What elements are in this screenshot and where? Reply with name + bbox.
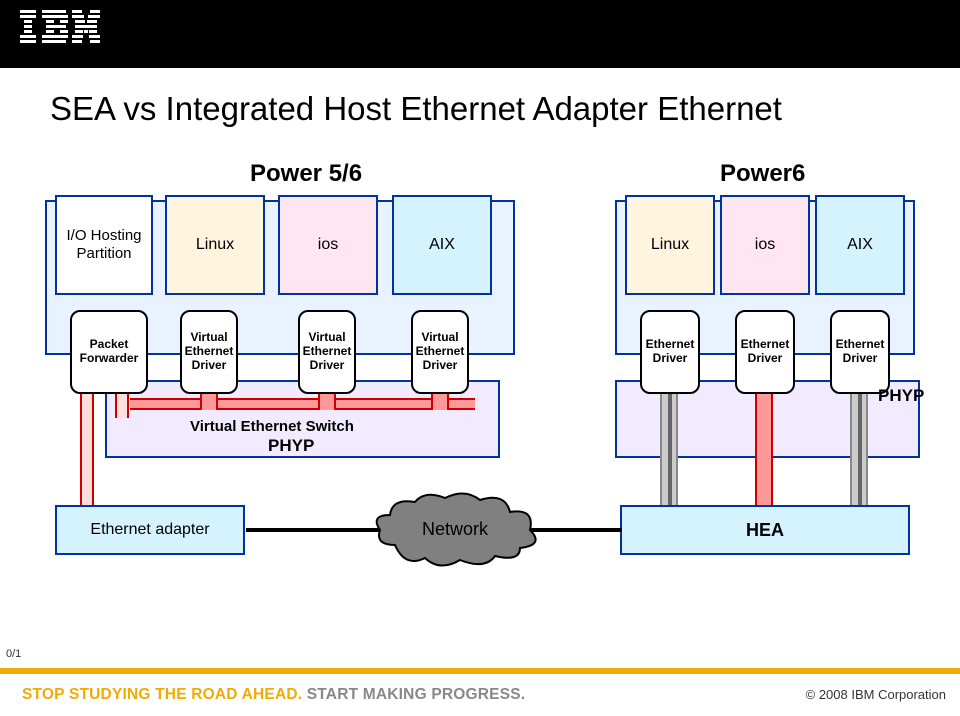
- partition-linux-left: Linux: [165, 195, 265, 295]
- packet-forwarder-to-bus: [115, 392, 129, 418]
- ethernet-adapter-box: Ethernet adapter: [55, 505, 245, 555]
- partition-linux-right: Linux: [625, 195, 715, 295]
- packet-forwarder-downlink: [80, 392, 94, 512]
- ethernet-driver-1: Ethernet Driver: [640, 310, 700, 394]
- virtual-ethernet-driver-3: Virtual Ethernet Driver: [411, 310, 469, 394]
- ethernet-driver-3: Ethernet Driver: [830, 310, 890, 394]
- partition-aix-right: AIX: [815, 195, 905, 295]
- ibm-logo: [20, 10, 100, 44]
- label-power56: Power 5/6: [250, 160, 362, 188]
- phyp-left-label: PHYP: [268, 436, 314, 456]
- virtual-ethernet-switch-label: Virtual Ethernet Switch: [190, 418, 354, 435]
- page-title: SEA vs Integrated Host Ethernet Adapter …: [50, 90, 782, 128]
- partition-aix-left: AIX: [392, 195, 492, 295]
- footer-copyright: © 2008 IBM Corporation: [806, 687, 946, 702]
- ved1-pipe: [200, 392, 218, 410]
- virtual-ethernet-bus: [130, 398, 475, 410]
- slide-number: 0/1: [6, 648, 21, 660]
- link-adapter-to-network: [246, 528, 388, 532]
- partition-ios-right: ios: [720, 195, 810, 295]
- ethernet-driver-2: Ethernet Driver: [735, 310, 795, 394]
- label-power6: Power6: [720, 160, 805, 188]
- header-bar: [0, 0, 960, 68]
- ed2-pipe: [755, 394, 773, 509]
- partition-io-hosting: I/O Hosting Partition: [55, 195, 153, 295]
- ved3-pipe: [431, 392, 449, 410]
- network-label: Network: [422, 519, 489, 539]
- tagline-part2: START MAKING PROGRESS.: [307, 686, 526, 703]
- virtual-ethernet-driver-2: Virtual Ethernet Driver: [298, 310, 356, 394]
- hea-box: HEA: [620, 505, 910, 555]
- footer-tagline: STOP STUDYING THE ROAD AHEAD. START MAKI…: [22, 686, 525, 704]
- phyp-right-label: PHYP: [878, 386, 924, 406]
- virtual-ethernet-driver-1: Virtual Ethernet Driver: [180, 310, 238, 394]
- ed3-pipe: [850, 394, 868, 509]
- partition-ios-left: ios: [278, 195, 378, 295]
- ed1-pipe: [660, 394, 678, 509]
- packet-forwarder-box: Packet Forwarder: [70, 310, 148, 394]
- network-cloud: Network: [370, 490, 540, 570]
- ved2-pipe: [318, 392, 336, 410]
- tagline-part1: STOP STUDYING THE ROAD AHEAD.: [22, 686, 307, 703]
